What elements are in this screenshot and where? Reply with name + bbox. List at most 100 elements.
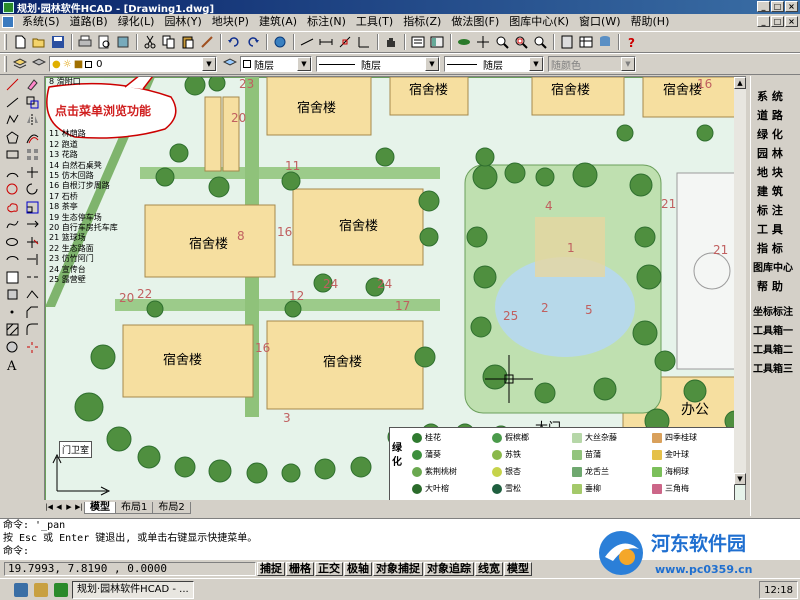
layer-previous-button[interactable]: [221, 55, 239, 73]
panel-item-road[interactable]: 道 路: [751, 105, 800, 124]
menu-practice-drawings[interactable]: 做法图(F): [446, 14, 504, 30]
last-tab-icon[interactable]: ▶|: [74, 502, 84, 514]
panel-item-toolbox-3[interactable]: 工具箱三: [751, 358, 800, 377]
panel-item-help[interactable]: 帮 助: [751, 276, 800, 295]
polar-toggle[interactable]: 极轴: [344, 562, 372, 576]
calculator-button[interactable]: [558, 33, 576, 51]
menu-indicators[interactable]: 指标(Z): [398, 14, 446, 30]
ucs-button[interactable]: [355, 33, 373, 51]
doc-minimize-button[interactable]: _: [757, 16, 770, 27]
taskbar-app-button[interactable]: 规划·园林软件HCAD - ...: [72, 580, 194, 599]
zoom-realtime-button[interactable]: [493, 33, 511, 51]
ie-icon[interactable]: [14, 582, 28, 597]
zoom-window-button[interactable]: [512, 33, 530, 51]
view-button[interactable]: [455, 33, 473, 51]
properties-button[interactable]: [409, 33, 427, 51]
make-block-tool[interactable]: [2, 286, 22, 304]
xline-tool[interactable]: [2, 94, 22, 112]
make-current-layer-button[interactable]: [30, 55, 48, 73]
doc-close-button[interactable]: ×: [785, 16, 798, 27]
open-file-button[interactable]: [30, 33, 48, 51]
drawing-canvas[interactable]: 点击菜单浏览功能 8 滑附口 11 林荫路 12 跑道 13 花路 14 白然石…: [44, 76, 746, 502]
ellipse-arc-tool[interactable]: [2, 251, 22, 269]
menu-window[interactable]: 窗口(W): [574, 14, 625, 30]
save-button[interactable]: [49, 33, 67, 51]
mirror-tool[interactable]: [22, 111, 42, 129]
point-tool[interactable]: [2, 304, 22, 322]
undo-button[interactable]: [225, 33, 243, 51]
lineweight-dropdown[interactable]: 随层 ▼: [444, 56, 544, 72]
tab-layout2[interactable]: 布局2: [152, 502, 191, 514]
panel-item-building[interactable]: 建 筑: [751, 181, 800, 200]
chevron-down-icon[interactable]: ▼: [425, 57, 439, 71]
join-tool[interactable]: [22, 286, 42, 304]
menu-plot[interactable]: 地块(P): [207, 14, 254, 30]
otrack-toggle[interactable]: 对象追踪: [424, 562, 474, 576]
mtext-tool[interactable]: A: [2, 356, 22, 374]
panel-item-indicators[interactable]: 指 标: [751, 238, 800, 257]
chevron-down-icon[interactable]: ▼: [297, 57, 311, 71]
extend-tool[interactable]: [22, 251, 42, 269]
dimension-button[interactable]: [317, 33, 335, 51]
hyperlink-button[interactable]: [271, 33, 289, 51]
menu-annotate[interactable]: 标注(N): [302, 14, 351, 30]
redo-button[interactable]: [244, 33, 262, 51]
snap-toggle[interactable]: 捕捉: [257, 562, 285, 576]
offset-tool[interactable]: [22, 129, 42, 147]
polyline-tool[interactable]: [2, 111, 22, 129]
menu-help[interactable]: 帮助(H): [626, 14, 675, 30]
scroll-down-icon[interactable]: ▼: [734, 473, 746, 485]
chevron-down-icon[interactable]: ▼: [202, 57, 216, 71]
print-button[interactable]: [76, 33, 94, 51]
chevron-down-icon[interactable]: ▼: [529, 57, 543, 71]
minimize-button[interactable]: _: [757, 1, 770, 12]
new-file-button[interactable]: [11, 33, 29, 51]
maximize-button[interactable]: □: [771, 1, 784, 12]
cut-button[interactable]: [141, 33, 159, 51]
sheet-button[interactable]: [577, 33, 595, 51]
rectangle-tool[interactable]: [2, 146, 22, 164]
line-tool[interactable]: [2, 76, 22, 94]
panel-item-greening[interactable]: 绿 化: [751, 124, 800, 143]
explode-tool[interactable]: [22, 339, 42, 357]
fillet-tool[interactable]: [22, 321, 42, 339]
folder-icon[interactable]: [34, 582, 48, 597]
copy-tool[interactable]: [22, 94, 42, 112]
layer-dropdown[interactable]: ● ☼ ■ 0 ▼: [49, 56, 217, 72]
panel-item-toolbox-1[interactable]: 工具箱一: [751, 320, 800, 339]
linetype-dropdown[interactable]: 随层 ▼: [316, 56, 440, 72]
hatch-tool[interactable]: [2, 321, 22, 339]
panel-item-library[interactable]: 图库中心: [751, 257, 800, 276]
pan-button[interactable]: [382, 33, 400, 51]
ellipse-tool[interactable]: [2, 234, 22, 252]
tab-model[interactable]: 模型: [84, 502, 116, 514]
tab-layout1[interactable]: 布局1: [115, 502, 154, 514]
insert-block-tool[interactable]: [2, 269, 22, 287]
document-icon[interactable]: [2, 16, 14, 28]
trim-tool[interactable]: [22, 234, 42, 252]
spline-tool[interactable]: [2, 216, 22, 234]
toolbar-grip-2[interactable]: [4, 56, 7, 72]
array-tool[interactable]: [22, 146, 42, 164]
osnap-toggle[interactable]: 对象捕捉: [373, 562, 423, 576]
print-preview-button[interactable]: [95, 33, 113, 51]
region-tool[interactable]: [2, 339, 22, 357]
menu-greening[interactable]: 绿化(L): [113, 14, 160, 30]
move-tool[interactable]: [22, 164, 42, 182]
erase-tool[interactable]: [22, 76, 42, 94]
toolbar-grip[interactable]: [4, 34, 7, 50]
panel-item-plot[interactable]: 地 块: [751, 162, 800, 181]
vertical-scrollbar[interactable]: ▲ ▼: [734, 77, 746, 485]
panel-item-toolbox-2[interactable]: 工具箱二: [751, 339, 800, 358]
stretch-tool[interactable]: [22, 216, 42, 234]
chamfer-tool[interactable]: [22, 304, 42, 322]
menu-system[interactable]: 系统(S): [17, 14, 65, 30]
database-button[interactable]: [596, 33, 614, 51]
paste-button[interactable]: [179, 33, 197, 51]
menu-tools[interactable]: 工具(T): [351, 14, 398, 30]
panel-item-coordinate-annotation[interactable]: 坐标标注: [751, 301, 800, 320]
help-button[interactable]: ?: [623, 33, 641, 51]
arc-tool[interactable]: [2, 164, 22, 182]
copy-button[interactable]: [160, 33, 178, 51]
rotate-tool[interactable]: [22, 181, 42, 199]
